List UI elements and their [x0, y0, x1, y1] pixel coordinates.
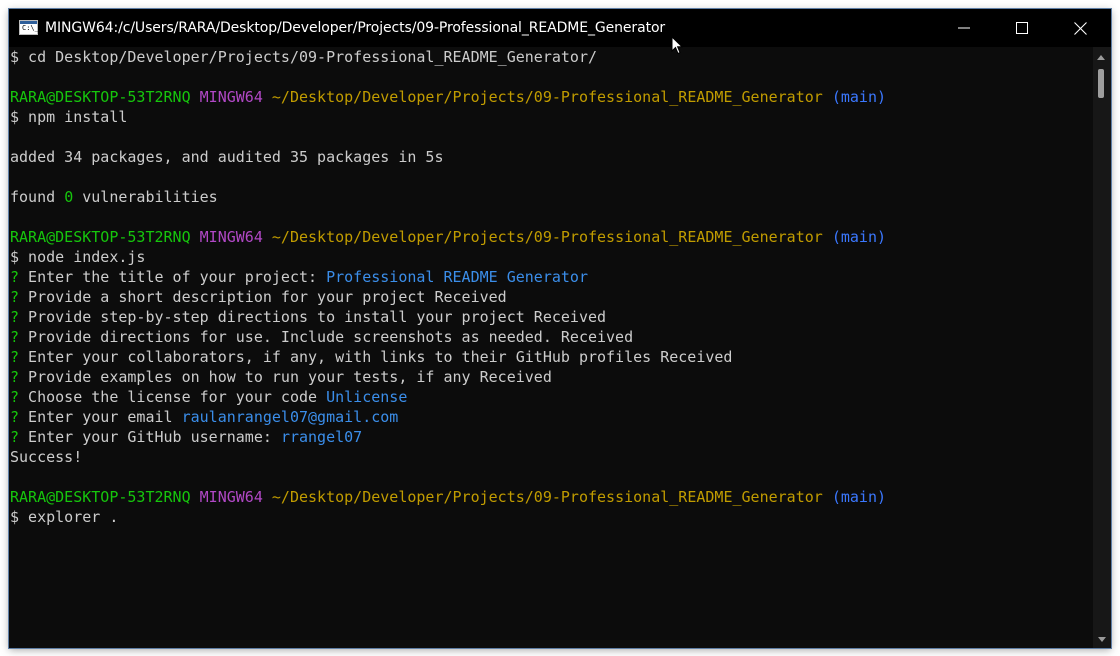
terminal-line: RARA@DESKTOP-53T2RNQ MINGW64 ~/Desktop/D…	[9, 487, 1093, 507]
terminal-line: ? Provide step-by-step directions to ins…	[9, 307, 1093, 327]
terminal-line: ? Enter your collaborators, if any, with…	[9, 347, 1093, 367]
terminal-text-segment: (main)	[831, 488, 887, 506]
terminal-line: Success!	[9, 447, 1093, 467]
terminal-text-segment: vulnerabilities	[73, 188, 218, 206]
terminal-text-segment: Provide step-by-step directions to insta…	[19, 308, 607, 326]
terminal-text-segment: (main)	[831, 88, 887, 106]
terminal-text-segment: Provide a short description for your pro…	[19, 288, 507, 306]
terminal-line: $ explorer .	[9, 507, 1093, 527]
maximize-button[interactable]	[993, 9, 1051, 47]
terminal-text-segment: ?	[10, 348, 20, 366]
terminal-line: found 0 vulnerabilities	[9, 187, 1093, 207]
terminal-text-segment: Choose the license for your code	[19, 388, 327, 406]
terminal-text-segment: ?	[10, 328, 20, 346]
terminal-text-segment: found	[10, 188, 65, 206]
close-button[interactable]	[1051, 9, 1109, 47]
terminal-text-segment: Provide directions for use. Include scre…	[19, 328, 634, 346]
terminal-text-segment: ?	[10, 308, 20, 326]
scroll-down-arrow-icon[interactable]	[1098, 637, 1106, 642]
terminal-text-segment: raulanrangel07@gmail.com	[181, 408, 399, 426]
terminal-text-segment: Provide examples on how to run your test…	[19, 368, 552, 386]
terminal-text-segment: $ explorer .	[10, 508, 119, 526]
terminal-text-segment: rrangel07	[280, 428, 363, 446]
terminal-text-segment: $ cd Desktop/Developer/Projects/09-Profe…	[10, 48, 597, 66]
terminal-text-segment: $ npm install	[10, 108, 128, 126]
minimize-button[interactable]	[935, 9, 993, 47]
terminal-line: $ cd Desktop/Developer/Projects/09-Profe…	[9, 47, 1093, 67]
terminal-line: added 34 packages, and audited 35 packag…	[9, 147, 1093, 167]
terminal-line: $ node index.js	[9, 247, 1093, 267]
terminal-text-segment: ?	[10, 268, 20, 286]
terminal-output[interactable]: $ cd Desktop/Developer/Projects/09-Profe…	[9, 47, 1093, 648]
terminal-text-segment: (main)	[831, 228, 887, 246]
terminal-text-segment: RARA@DESKTOP-53T2RNQ	[10, 88, 191, 106]
terminal-text-segment: Professional README Generator	[326, 268, 588, 286]
terminal-line: ? Provide examples on how to run your te…	[9, 367, 1093, 387]
window-title: MINGW64:/c/Users/RARA/Desktop/Developer/…	[45, 20, 666, 36]
terminal-text-segment: Enter your email	[19, 408, 182, 426]
terminal-text-segment: ~/Desktop/Developer/Projects/09-Professi…	[271, 488, 823, 506]
terminal-text-segment: $ node index.js	[10, 248, 146, 266]
title-bar[interactable]: C:\_ MINGW64:/c/Users/RARA/Desktop/Devel…	[9, 9, 1111, 55]
terminal-app-icon[interactable]: C:\_	[19, 20, 39, 35]
terminal-text-segment: 0	[64, 188, 74, 206]
close-icon	[1073, 21, 1087, 35]
terminal-line: ? Provide directions for use. Include sc…	[9, 327, 1093, 347]
terminal-text-segment: ~/Desktop/Developer/Projects/09-Professi…	[271, 88, 823, 106]
terminal-text-segment: MINGW64	[199, 228, 263, 246]
terminal-text-segment: added 34 packages, and audited 35 packag…	[10, 148, 444, 166]
scroll-thumb[interactable]	[1098, 69, 1104, 98]
maximize-icon	[1016, 22, 1028, 34]
terminal-text-segment: ?	[10, 288, 20, 306]
terminal-window: C:\_ MINGW64:/c/Users/RARA/Desktop/Devel…	[9, 9, 1111, 648]
terminal-line: ? Enter the title of your project: Profe…	[9, 267, 1093, 287]
terminal-text-segment: Unlicense	[326, 388, 408, 406]
terminal-text-segment: Enter your GitHub username:	[19, 428, 281, 446]
terminal-line: RARA@DESKTOP-53T2RNQ MINGW64 ~/Desktop/D…	[9, 87, 1093, 107]
terminal-text-segment: ~/Desktop/Developer/Projects/09-Professi…	[271, 228, 823, 246]
terminal-line: RARA@DESKTOP-53T2RNQ MINGW64 ~/Desktop/D…	[9, 227, 1093, 247]
app-icon-label: C:\_	[22, 24, 39, 32]
terminal-text-segment: RARA@DESKTOP-53T2RNQ	[10, 228, 191, 246]
terminal-line: ? Enter your email raulanrangel07@gmail.…	[9, 407, 1093, 427]
scroll-up-arrow-icon[interactable]	[1097, 55, 1105, 60]
terminal-text-segment: MINGW64	[199, 88, 263, 106]
terminal-text-segment: ?	[10, 428, 20, 446]
terminal-text-segment: ?	[10, 408, 20, 426]
terminal-line: ? Provide a short description for your p…	[9, 287, 1093, 307]
terminal-text-segment: Enter your collaborators, if any, with l…	[19, 348, 733, 366]
terminal-text-segment: Success!	[10, 448, 83, 466]
terminal-text-segment: ?	[10, 368, 20, 386]
terminal-text-segment: MINGW64	[199, 488, 263, 506]
vertical-scrollbar[interactable]	[1093, 47, 1111, 648]
terminal-line: ? Enter your GitHub username: rrangel07	[9, 427, 1093, 447]
terminal-line: ? Choose the license for your code Unlic…	[9, 387, 1093, 407]
minimize-icon	[958, 27, 970, 29]
terminal-text-segment: RARA@DESKTOP-53T2RNQ	[10, 488, 191, 506]
terminal-line: $ npm install	[9, 107, 1093, 127]
terminal-text-segment: ?	[10, 388, 20, 406]
terminal-text-segment: Enter the title of your project:	[19, 268, 327, 286]
